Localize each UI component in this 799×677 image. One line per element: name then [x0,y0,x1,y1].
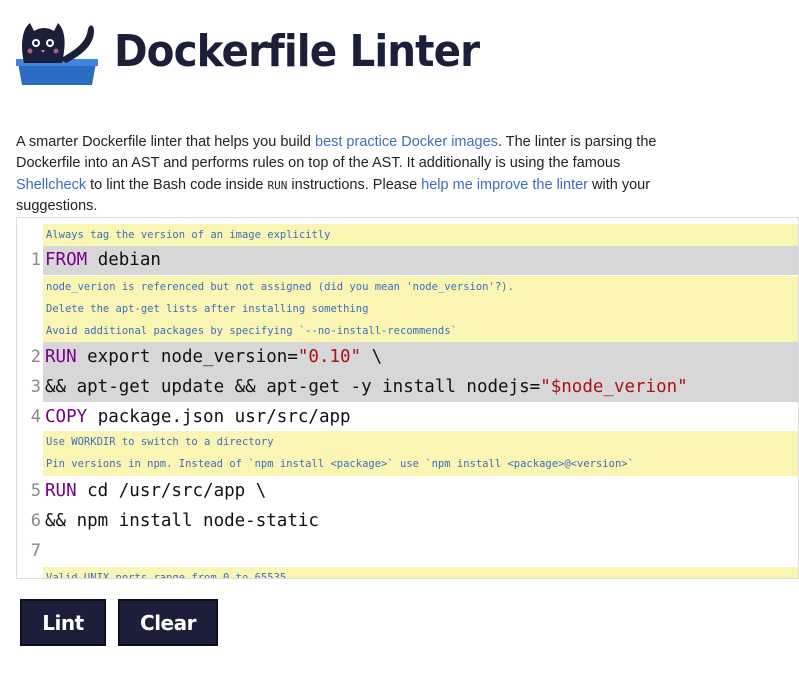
best-practice-link[interactable]: best practice Docker images [315,134,498,150]
lint-warning: Valid UNIX ports range from 0 to 65535 [43,567,798,578]
code-line[interactable]: 5 RUN cd /usr/src/app \ [17,476,798,506]
cat-in-box-logo-icon [16,23,98,85]
intro-text: to lint the Bash code inside [86,176,268,193]
code-text: && apt-get update && apt-get -y install … [45,377,541,397]
code-text: \ [361,347,383,367]
line-number: 4 [30,407,41,427]
code-line[interactable]: 3 && apt-get update && apt-get -y instal… [17,372,798,402]
page-title: Dockerfile Linter [114,25,480,77]
string-literal: "0.10" [297,347,362,367]
keyword: FROM [45,250,88,270]
intro-paragraph: A smarter Dockerfile linter that helps y… [16,132,666,218]
keyword: RUN [45,481,77,501]
code-text: cd /usr/src/app \ [76,481,267,501]
line-number: 5 [30,481,41,501]
improve-linter-link[interactable]: help me improve the linter [421,177,588,193]
shellcheck-link[interactable]: Shellcheck [16,177,86,193]
code-line[interactable]: 4 COPY package.json usr/src/app [17,402,798,432]
code-editor[interactable]: Always tag the version of an image expli… [16,217,799,579]
code-line[interactable]: 1 FROM debian [17,246,798,275]
header: Dockerfile Linter [16,12,511,90]
code-text: && npm install node-static [45,511,319,531]
code-line[interactable]: 7 [17,536,798,566]
intro-text: instructions. Please [287,176,422,193]
lint-warning: Pin versions in npm. Instead of `npm ins… [43,453,798,476]
string-literal: "$node_verion" [540,377,688,397]
code-line[interactable]: 6 && npm install node-static [17,506,798,536]
keyword: COPY [45,407,88,427]
lint-warning: Use WORKDIR to switch to a directory [43,431,798,453]
lint-warning: Avoid additional packages by specifying … [43,320,798,342]
lint-warning: Delete the apt-get lists after installin… [43,298,798,320]
intro-text: A smarter Dockerfile linter that helps y… [16,133,315,150]
line-number: 7 [30,541,41,561]
run-code: RUN [267,178,288,192]
clear-button[interactable]: Clear [118,599,218,646]
line-number: 3 [30,377,41,397]
code-line[interactable]: 2 RUN export node_version="0.10" \ [17,342,798,372]
lint-warning: Always tag the version of an image expli… [43,224,798,246]
keyword: RUN [45,347,77,367]
code-text: export node_version= [76,347,298,367]
line-number: 2 [30,347,41,367]
code-text: debian [87,250,161,270]
code-text: package.json usr/src/app [87,407,351,427]
lint-warning: node_verion is referenced but not assign… [43,276,798,298]
line-number: 1 [30,250,41,270]
line-number: 6 [30,511,41,531]
lint-button[interactable]: Lint [20,599,106,646]
